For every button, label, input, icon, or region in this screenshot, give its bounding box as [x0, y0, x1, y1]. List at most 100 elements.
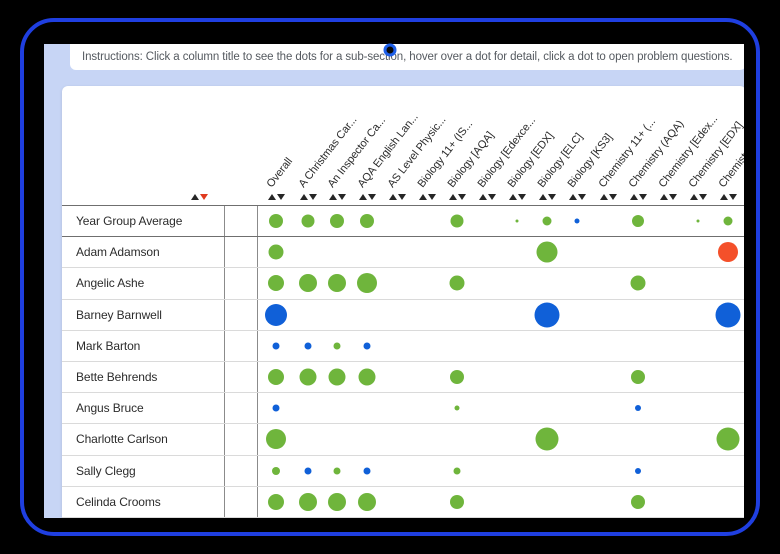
- progress-dot[interactable]: [269, 214, 283, 229]
- sort-descending-icon[interactable]: [487, 193, 496, 200]
- column-header-14[interactable]: Chemistry [EDX]: [687, 120, 744, 190]
- progress-dot[interactable]: [333, 467, 341, 475]
- progress-dot[interactable]: [268, 244, 284, 260]
- sort-control-col-4[interactable]: [388, 190, 406, 203]
- sort-descending-icon[interactable]: [728, 193, 737, 200]
- progress-dot[interactable]: [632, 215, 644, 228]
- sort-descending-icon[interactable]: [308, 193, 317, 200]
- progress-dot[interactable]: [450, 494, 464, 509]
- sort-control-col-11[interactable]: [599, 190, 617, 203]
- progress-dot[interactable]: [696, 219, 700, 223]
- progress-dot[interactable]: [268, 493, 284, 510]
- progress-dot[interactable]: [299, 274, 317, 293]
- progress-dot[interactable]: [272, 342, 280, 350]
- progress-dot[interactable]: [360, 214, 374, 229]
- progress-dot[interactable]: [723, 216, 733, 226]
- sort-descending-icon[interactable]: [517, 193, 526, 200]
- sort-control-name[interactable]: [190, 190, 208, 203]
- progress-dot[interactable]: [268, 369, 284, 386]
- progress-dot[interactable]: [272, 404, 280, 412]
- progress-dot[interactable]: [333, 342, 341, 350]
- progress-dot[interactable]: [534, 302, 560, 328]
- progress-dot[interactable]: [635, 467, 641, 474]
- progress-dot[interactable]: [272, 466, 280, 475]
- progress-dot[interactable]: [330, 214, 344, 229]
- sort-ascending-icon[interactable]: [388, 193, 397, 200]
- sort-ascending-icon[interactable]: [659, 193, 668, 200]
- sort-control-col-12[interactable]: [629, 190, 647, 203]
- sort-ascending-icon[interactable]: [629, 193, 638, 200]
- sort-descending-icon[interactable]: [547, 193, 556, 200]
- progress-dot[interactable]: [363, 342, 371, 350]
- progress-dot[interactable]: [265, 303, 287, 326]
- sort-descending-icon[interactable]: [337, 193, 346, 200]
- sort-descending-icon[interactable]: [668, 193, 677, 200]
- table-row[interactable]: Sally Clegg: [62, 456, 744, 487]
- table-row[interactable]: Year Group Average: [62, 206, 744, 238]
- progress-dot[interactable]: [363, 467, 371, 475]
- table-row[interactable]: Adam Adamson: [62, 237, 744, 269]
- table-row[interactable]: Charlotte Carlson: [62, 424, 744, 456]
- progress-dot[interactable]: [454, 405, 460, 411]
- sort-control-col-6[interactable]: [448, 190, 466, 203]
- sort-control-col-0[interactable]: [267, 190, 285, 203]
- progress-dot[interactable]: [304, 342, 312, 350]
- sort-ascending-icon[interactable]: [267, 193, 276, 200]
- sort-ascending-icon[interactable]: [719, 193, 728, 200]
- progress-dot[interactable]: [301, 214, 315, 228]
- sort-control-col-10[interactable]: [568, 190, 586, 203]
- progress-dot[interactable]: [328, 368, 346, 386]
- progress-dot[interactable]: [453, 467, 461, 475]
- sort-ascending-icon[interactable]: [478, 193, 487, 200]
- column-header-0[interactable]: Overall: [265, 156, 295, 190]
- progress-dot[interactable]: [536, 241, 558, 263]
- table-row[interactable]: Barney Barnwell: [62, 300, 744, 331]
- sort-control-col-1[interactable]: [299, 190, 317, 203]
- progress-dot[interactable]: [358, 368, 376, 386]
- sort-descending-icon[interactable]: [427, 193, 436, 200]
- progress-dot[interactable]: [715, 302, 741, 328]
- sort-ascending-icon[interactable]: [299, 193, 308, 200]
- sort-control-col-5[interactable]: [418, 190, 436, 203]
- table-row[interactable]: Angelic Ashe: [62, 268, 744, 300]
- progress-dot[interactable]: [299, 492, 317, 511]
- sort-ascending-icon[interactable]: [508, 193, 517, 200]
- sort-descending-icon[interactable]: [457, 193, 466, 200]
- sort-ascending-icon[interactable]: [599, 193, 608, 200]
- sort-ascending-icon[interactable]: [689, 193, 698, 200]
- progress-dot[interactable]: [542, 216, 552, 226]
- sort-ascending-icon[interactable]: [190, 193, 199, 200]
- progress-dot[interactable]: [328, 492, 346, 511]
- progress-dot[interactable]: [630, 275, 646, 291]
- sort-descending-icon[interactable]: [698, 193, 707, 200]
- progress-dot[interactable]: [299, 368, 317, 386]
- table-row[interactable]: Celinda Crooms: [62, 487, 744, 518]
- progress-dot[interactable]: [450, 214, 464, 228]
- progress-dot[interactable]: [266, 429, 286, 450]
- sort-control-col-2[interactable]: [328, 190, 346, 203]
- sort-ascending-icon[interactable]: [538, 193, 547, 200]
- progress-dot[interactable]: [635, 405, 641, 412]
- sort-ascending-icon[interactable]: [418, 193, 427, 200]
- sort-control-col-9[interactable]: [538, 190, 556, 203]
- progress-dot[interactable]: [535, 427, 559, 451]
- sort-descending-icon[interactable]: [638, 193, 647, 200]
- progress-dot[interactable]: [449, 275, 465, 291]
- progress-dot[interactable]: [515, 219, 519, 223]
- table-row[interactable]: Mark Barton: [62, 331, 744, 362]
- sort-descending-icon[interactable]: [367, 193, 376, 200]
- sort-control-col-14[interactable]: [689, 190, 707, 203]
- progress-dot[interactable]: [716, 427, 740, 451]
- progress-dot[interactable]: [268, 275, 284, 292]
- progress-dot[interactable]: [574, 218, 580, 224]
- table-row[interactable]: Bette Behrends: [62, 362, 744, 394]
- sort-control-col-8[interactable]: [508, 190, 526, 203]
- sort-control-col-15[interactable]: [719, 190, 737, 203]
- sort-control-col-13[interactable]: [659, 190, 677, 203]
- sort-descending-icon[interactable]: [199, 193, 208, 200]
- sort-ascending-icon[interactable]: [568, 193, 577, 200]
- progress-dot[interactable]: [631, 494, 645, 509]
- progress-dot[interactable]: [718, 242, 738, 263]
- progress-dot[interactable]: [357, 273, 377, 294]
- sort-ascending-icon[interactable]: [358, 193, 367, 200]
